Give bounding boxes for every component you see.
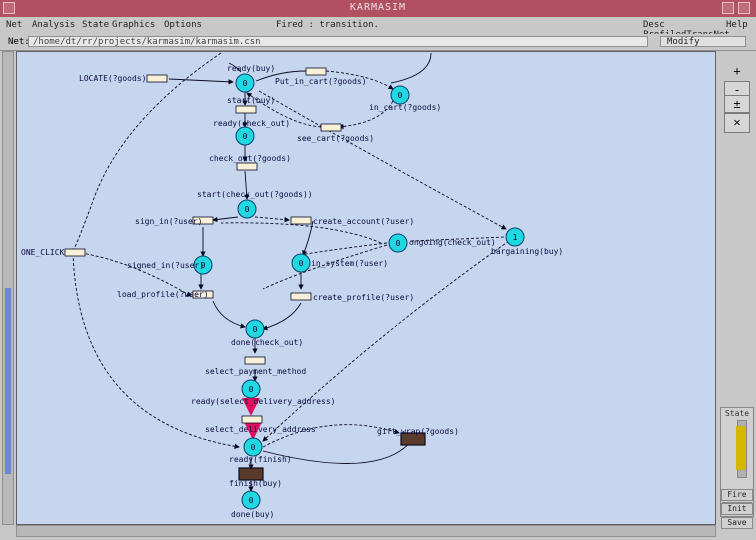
- svg-text:0: 0: [253, 325, 258, 334]
- svg-text:0: 0: [251, 443, 256, 452]
- svg-text:1: 1: [513, 233, 518, 242]
- net-canvas[interactable]: 0 0 0 0 0 0 0 1 0 0 0 0 ready(buy) LOCAT…: [16, 51, 716, 525]
- label-ongoing: ongoing(check_out): [409, 238, 496, 247]
- place-done-checkout[interactable]: 0: [245, 319, 265, 339]
- label-ready-checkout: ready(check_out): [213, 119, 290, 128]
- label-create-account: create_account(?user): [313, 217, 414, 226]
- menu-state[interactable]: State: [82, 20, 109, 30]
- maximize-icon[interactable]: [738, 2, 750, 14]
- menu-graphics[interactable]: Graphics: [112, 20, 155, 30]
- transition-one-click[interactable]: [64, 248, 86, 257]
- vertical-scrollbar[interactable]: [2, 51, 14, 525]
- svg-text:0: 0: [243, 132, 248, 141]
- label-create-profile: create_profile(?user): [313, 293, 414, 302]
- label-locate: LOCATE(?goods): [79, 74, 146, 83]
- net-path-label: Net:: [8, 37, 30, 47]
- title-bar: KARMASIM: [0, 0, 756, 18]
- place-ready-delivery[interactable]: 0: [241, 379, 261, 399]
- label-in-system: in_system(?user): [311, 259, 388, 268]
- label-done-checkout: done(check_out): [231, 338, 303, 347]
- init-button[interactable]: Init: [721, 503, 753, 515]
- net-path-field[interactable]: /home/dt/rr/projects/karmasim/karmasim.c…: [28, 36, 648, 47]
- transition-ready-buy[interactable]: [235, 105, 257, 114]
- label-sign-in: sign_in(?user): [135, 217, 202, 226]
- label-bargaining: bargaining(buy): [491, 247, 563, 256]
- label-start-checkout: start(check_out(?goods)): [197, 190, 313, 199]
- transition-check-out[interactable]: [236, 162, 258, 171]
- transition-create-account[interactable]: [290, 216, 312, 225]
- label-done-buy: done(buy): [231, 510, 274, 519]
- state-panel-title: State: [724, 409, 750, 418]
- petri-net-diagram: 0 0 0 0 0 0 0 1 0 0 0 0 ready(buy) LOCAT…: [21, 52, 563, 519]
- scroll-thumb[interactable]: [5, 288, 11, 474]
- label-select-payment: select_payment_method: [205, 367, 306, 376]
- place-in-system[interactable]: 0: [291, 253, 311, 273]
- label-ready-buy: ready(buy): [227, 64, 275, 73]
- save-button[interactable]: Save: [721, 517, 753, 529]
- menu-analysis[interactable]: Analysis: [32, 20, 75, 30]
- fire-button[interactable]: Fire: [721, 489, 753, 501]
- window-title: KARMASIM: [349, 2, 407, 13]
- place-start-buy[interactable]: 0: [235, 73, 255, 93]
- label-gift-wrap: gift_wrap(?goods): [377, 427, 459, 436]
- place-start-checkout[interactable]: 0: [237, 199, 257, 219]
- label-start-buy: start(buy): [227, 96, 275, 105]
- net-labels: ready(buy) LOCATE(?goods) Put_in_cart(?g…: [21, 64, 563, 519]
- place-in-cart[interactable]: 0: [390, 85, 410, 105]
- mode-selector[interactable]: Modify: [660, 36, 746, 47]
- menu-bar: Net Analysis State Graphics Options Fire…: [0, 17, 756, 40]
- label-one-click: ONE_CLICK: [21, 248, 65, 257]
- place-done-buy[interactable]: 0: [241, 490, 261, 510]
- label-put-in-cart: Put_in_cart(?goods): [275, 77, 367, 86]
- horizontal-scrollbar[interactable]: [16, 525, 716, 537]
- label-finish: finish(buy): [229, 479, 282, 488]
- tool-panel: + - ± ✕ State ⇥ 18 Fire Init Save: [718, 51, 756, 540]
- label-ready-delivery: ready(select_delivery_address): [191, 397, 336, 406]
- label-signed-in: signed_in(?user): [127, 261, 204, 270]
- place-bargaining[interactable]: 1: [505, 227, 525, 247]
- net-path-bar: Net: /home/dt/rr/projects/karmasim/karma…: [0, 34, 756, 51]
- menu-help[interactable]: Help: [726, 20, 748, 30]
- svg-text:0: 0: [398, 91, 403, 100]
- zoom-fit-icon[interactable]: ±: [724, 95, 750, 113]
- delete-icon[interactable]: ✕: [724, 113, 750, 133]
- label-check-out: check_out(?goods): [209, 154, 291, 163]
- svg-text:0: 0: [249, 385, 254, 394]
- svg-text:0: 0: [396, 239, 401, 248]
- state-slider-knob[interactable]: [736, 426, 746, 470]
- place-ready-finish[interactable]: 0: [243, 437, 263, 457]
- transition-select-delivery[interactable]: [241, 415, 263, 424]
- svg-text:0: 0: [243, 79, 248, 88]
- transition-create-profile[interactable]: [290, 292, 312, 301]
- transition-put-in-cart[interactable]: [305, 67, 327, 76]
- pointer-tool-icon[interactable]: +: [724, 63, 750, 81]
- svg-text:0: 0: [299, 259, 304, 268]
- place-ready-checkout[interactable]: 0: [235, 126, 255, 146]
- minimize-icon[interactable]: [722, 2, 734, 14]
- transition-locate[interactable]: [146, 74, 168, 83]
- label-in-cart: in_cart(?goods): [369, 103, 441, 112]
- menu-net[interactable]: Net: [6, 20, 22, 30]
- label-select-delivery: select_delivery_address: [205, 425, 316, 434]
- svg-text:0: 0: [245, 205, 250, 214]
- transition-select-payment[interactable]: [244, 356, 266, 365]
- label-see-cart: see_cart(?goods): [297, 134, 374, 143]
- place-ongoing-checkout[interactable]: 0: [388, 233, 408, 253]
- svg-text:0: 0: [249, 496, 254, 505]
- status-message: Fired : transition.: [276, 20, 379, 30]
- label-load-profile: load_profile(?user): [117, 290, 209, 299]
- label-ready-finish: ready(finish): [229, 455, 292, 464]
- transition-see-cart[interactable]: [320, 123, 342, 132]
- menu-options[interactable]: Options: [164, 20, 202, 30]
